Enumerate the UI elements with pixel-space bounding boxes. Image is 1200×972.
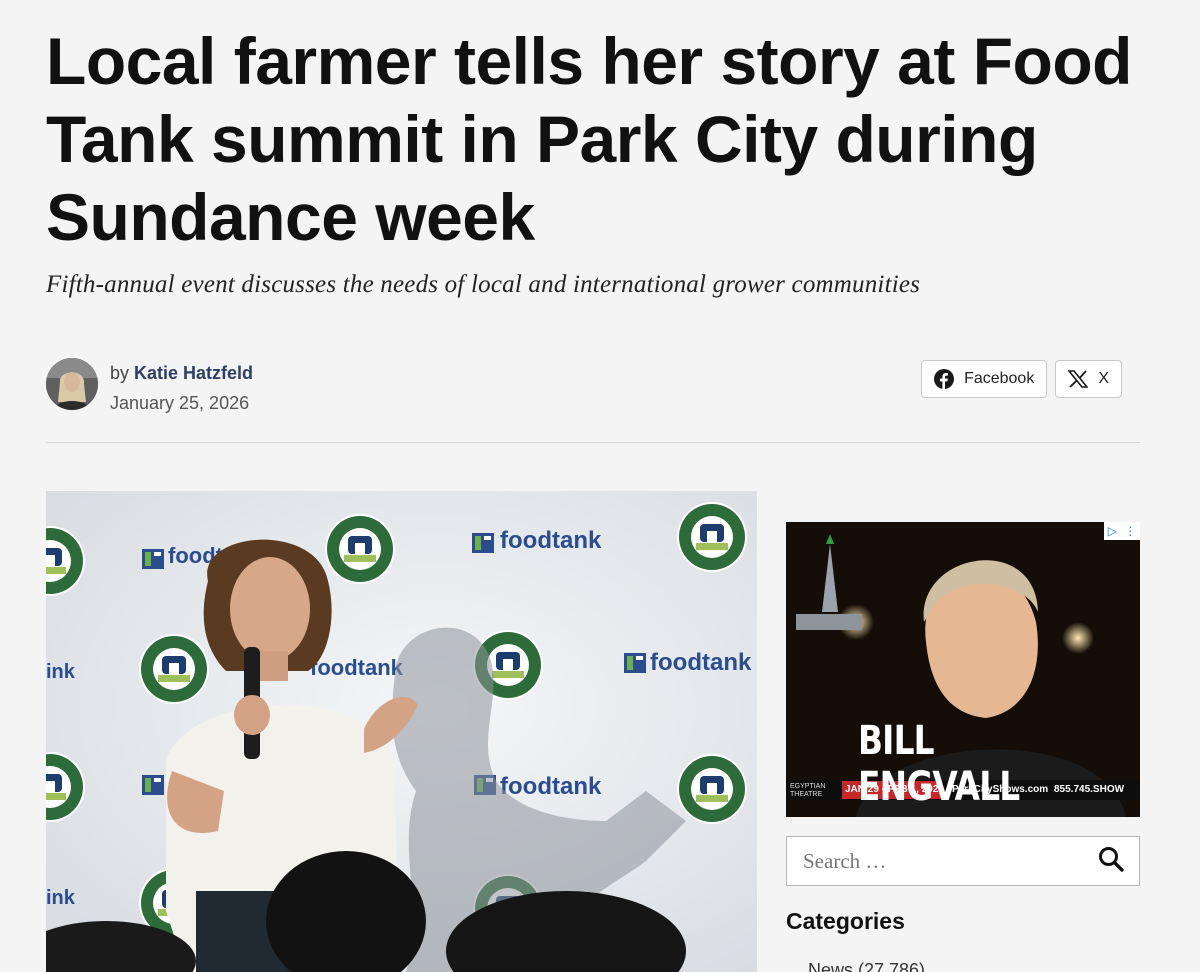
- categories-title: Categories: [786, 908, 905, 934]
- search-button[interactable]: [1083, 837, 1139, 885]
- facebook-icon: [934, 369, 955, 389]
- byline-prefix: by: [110, 363, 130, 383]
- share-facebook-button[interactable]: Facebook: [921, 360, 1048, 398]
- author-link[interactable]: Katie Hatzfeld: [134, 363, 253, 383]
- byline: by Katie Hatzfeld January 25, 2026: [46, 358, 253, 414]
- ad-choices-icon: ▷: [1107, 524, 1117, 538]
- search-input[interactable]: [787, 837, 1083, 885]
- category-link-news[interactable]: News (27,786): [808, 960, 925, 972]
- article-dek: Fifth-annual event discusses the needs o…: [46, 271, 921, 298]
- ad-venue-logo: EGYPTIAN THEATRE: [790, 783, 826, 798]
- x-logo-icon: [1068, 370, 1089, 388]
- hero-foreground: [46, 539, 686, 972]
- hero-image: foodtank foodtank foodtank foodtank food…: [46, 491, 757, 972]
- facebook-label: Facebook: [964, 370, 1035, 387]
- search-icon: [1098, 846, 1124, 877]
- ad-site: ParkCityShows.com: [952, 784, 1049, 795]
- x-label: X: [1098, 370, 1109, 387]
- ad-phone: 855.745.SHOW: [1054, 784, 1125, 795]
- ad-menu-icon: ⋮: [1124, 524, 1137, 538]
- ad-choices[interactable]: ▷ ⋮: [1104, 522, 1140, 540]
- sidebar-ad[interactable]: BILL ENGVALL EGYPTIAN THEATRE JAN 29 - F…: [786, 522, 1140, 817]
- author-avatar[interactable]: [46, 358, 98, 410]
- share-buttons: Facebook X: [921, 360, 1122, 398]
- publish-date: January 25, 2026: [110, 393, 250, 413]
- article-headline: Local farmer tells her story at Food Tan…: [46, 24, 1132, 254]
- header-divider: [46, 442, 1140, 443]
- ad-performer-name: BILL ENGVALL: [858, 718, 1020, 810]
- ad-dates: JAN 29 - FEB 1, 2026: [845, 784, 944, 795]
- sidebar-search: [786, 836, 1140, 886]
- share-x-button[interactable]: X: [1055, 360, 1122, 398]
